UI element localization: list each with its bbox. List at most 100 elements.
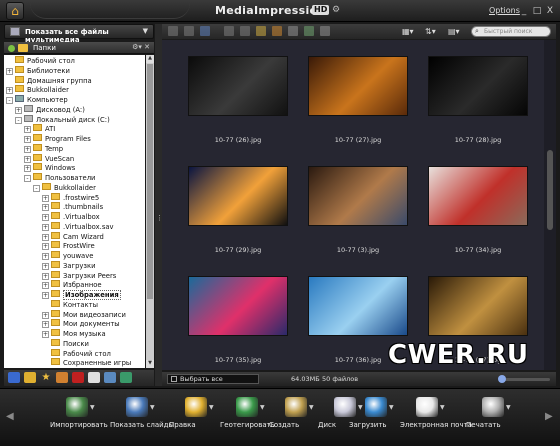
tree-item[interactable]: + Temp [24, 143, 63, 154]
scroll-thumb[interactable] [147, 64, 153, 299]
tree-item[interactable]: Поиски [42, 338, 89, 349]
expand-icon[interactable]: + [42, 204, 49, 212]
thumbnail-image[interactable] [308, 276, 408, 336]
computer-view-icon[interactable] [8, 372, 20, 383]
thumbnail-image[interactable] [428, 166, 528, 226]
thumbnail-image[interactable] [428, 276, 528, 336]
expand-icon[interactable]: + [42, 321, 49, 329]
expand-icon[interactable]: + [24, 165, 31, 173]
expand-icon[interactable]: + [42, 214, 49, 221]
map-icon[interactable] [120, 372, 132, 383]
expand-icon[interactable]: + [42, 272, 49, 280]
tree-item[interactable]: + .frostwire5 [42, 192, 99, 203]
expand-icon[interactable]: + [42, 292, 49, 299]
tree-item[interactable]: + Cam Wizard [42, 231, 104, 242]
checkbox-icon[interactable] [171, 376, 177, 382]
tree-item[interactable]: + youwave [42, 251, 93, 261]
thumbnail-item[interactable]: 10-77 (26).jpg [188, 56, 288, 146]
tree-item[interactable]: + .Virtualbox [42, 212, 100, 222]
sort-icon[interactable]: ⇅▾ [425, 27, 436, 36]
tag-icon[interactable] [272, 26, 282, 36]
thumbnail-item[interactable]: 10-77 (29).jpg [188, 166, 288, 256]
expand-icon[interactable]: + [42, 262, 49, 270]
expand-icon[interactable]: + [24, 155, 31, 163]
open-icon[interactable] [200, 26, 210, 36]
dropdown-caret-icon[interactable]: ▼ [389, 404, 394, 411]
expand-icon[interactable]: + [42, 243, 49, 251]
dropdown-caret-icon[interactable]: ▼ [440, 404, 445, 411]
collapse-icon[interactable]: - [15, 116, 22, 124]
tree-item[interactable]: + Избранное [42, 280, 102, 290]
thumbnail-image[interactable] [308, 56, 408, 116]
rotate-left-icon[interactable] [168, 26, 178, 36]
action-slideshow-button[interactable]: ▼ Показать слайды [110, 394, 182, 444]
view-mode-icon[interactable]: ▦▾ [402, 27, 414, 36]
zoom-slider-knob[interactable] [498, 375, 506, 383]
tree-item[interactable]: + Дисковод (A:) [15, 104, 85, 115]
tree-item[interactable]: + Загрузки Peers [42, 270, 116, 281]
thumbnail-image[interactable] [188, 276, 288, 336]
move-icon[interactable] [304, 26, 314, 36]
gallery-scroll-thumb[interactable] [547, 150, 553, 230]
expand-icon[interactable]: + [6, 87, 13, 95]
scroll-left-icon[interactable]: ◀ [6, 411, 14, 422]
collapse-icon[interactable]: - [24, 175, 31, 182]
expand-icon[interactable]: + [24, 145, 31, 153]
expand-icon[interactable]: + [24, 126, 31, 134]
tree-item[interactable]: + Bukkollaider [6, 85, 69, 95]
tree-item[interactable]: Рабочий стол [42, 348, 111, 359]
zoom-slider-track[interactable] [500, 378, 550, 381]
tree-item[interactable]: + .Virtualbox.sav [42, 221, 114, 232]
tree-item[interactable]: + Program Files [24, 134, 91, 144]
thumbnail-item[interactable]: 10-77 (28).jpg [428, 56, 528, 146]
scroll-down-icon[interactable]: ▼ [146, 360, 154, 368]
tree-item[interactable]: + Моя музыка [42, 329, 106, 339]
thumbnail-item[interactable]: 10-77 (3).jpg [308, 166, 408, 256]
expand-icon[interactable]: + [6, 67, 13, 75]
dropdown-caret-icon[interactable]: ▼ [260, 404, 265, 411]
tree-item[interactable]: + ATI [24, 124, 55, 134]
maximize-button[interactable]: □ [531, 6, 543, 16]
expand-icon[interactable]: + [42, 253, 49, 260]
thumbnail-item[interactable]: 10-77 (34).jpg [428, 166, 528, 256]
tree-item[interactable]: Контакты [42, 299, 98, 310]
properties-icon[interactable] [288, 26, 298, 36]
select-all-checkbox[interactable]: Выбрать все [167, 374, 259, 384]
expand-icon[interactable]: + [42, 233, 49, 241]
minimize-button[interactable]: _ [518, 6, 530, 16]
tree-item[interactable]: - Компьютер [6, 95, 68, 105]
action-import-button[interactable]: ▼ Импортировать [50, 394, 122, 444]
options-link[interactable]: Options [489, 6, 520, 15]
panel-splitter[interactable]: ⋮ [155, 24, 163, 386]
flag-icon[interactable] [72, 372, 84, 383]
expand-icon[interactable]: + [42, 282, 49, 290]
grid-size-icon[interactable]: ▤▾ [448, 27, 460, 36]
tree-item[interactable]: + .thumbnails [42, 202, 103, 212]
show-all-media-button[interactable]: Показать все файлы мультимедиа ▼ [4, 24, 154, 44]
tree-item[interactable]: - Пользователи [24, 173, 95, 183]
tree-item[interactable]: + Изображения [42, 290, 121, 300]
copy-icon[interactable] [240, 26, 250, 36]
tree-item[interactable]: + Windows [24, 163, 75, 173]
thumbnail-image[interactable] [428, 56, 528, 116]
star-icon[interactable]: ★ [40, 372, 52, 383]
home-icon[interactable]: ⌂ [6, 2, 24, 20]
trash-icon[interactable] [224, 26, 234, 36]
thumbnail-image[interactable] [188, 166, 288, 226]
scroll-up-icon[interactable]: ▲ [146, 55, 154, 63]
expand-icon[interactable]: + [42, 311, 49, 319]
dropdown-caret-icon[interactable]: ▼ [150, 404, 155, 411]
collapse-icon[interactable]: - [33, 184, 40, 192]
rotate-right-icon[interactable] [184, 26, 194, 36]
folder-view-icon[interactable] [24, 372, 36, 383]
expand-icon[interactable]: + [24, 136, 31, 143]
dropdown-caret-icon[interactable]: ▼ [506, 404, 511, 411]
collapse-icon[interactable]: - [6, 97, 13, 104]
expand-icon[interactable]: + [42, 194, 49, 202]
tree-item[interactable]: - Bukkollaider [33, 182, 96, 193]
scroll-right-icon[interactable]: ▶ [545, 411, 553, 422]
dropdown-caret-icon[interactable]: ▼ [209, 404, 214, 411]
action-print-button[interactable]: ▼ Печатать [466, 394, 538, 444]
tree-item[interactable]: + VueScan [24, 153, 74, 164]
quick-search-input[interactable]: ⌕ Быстрый поиск [471, 26, 551, 37]
